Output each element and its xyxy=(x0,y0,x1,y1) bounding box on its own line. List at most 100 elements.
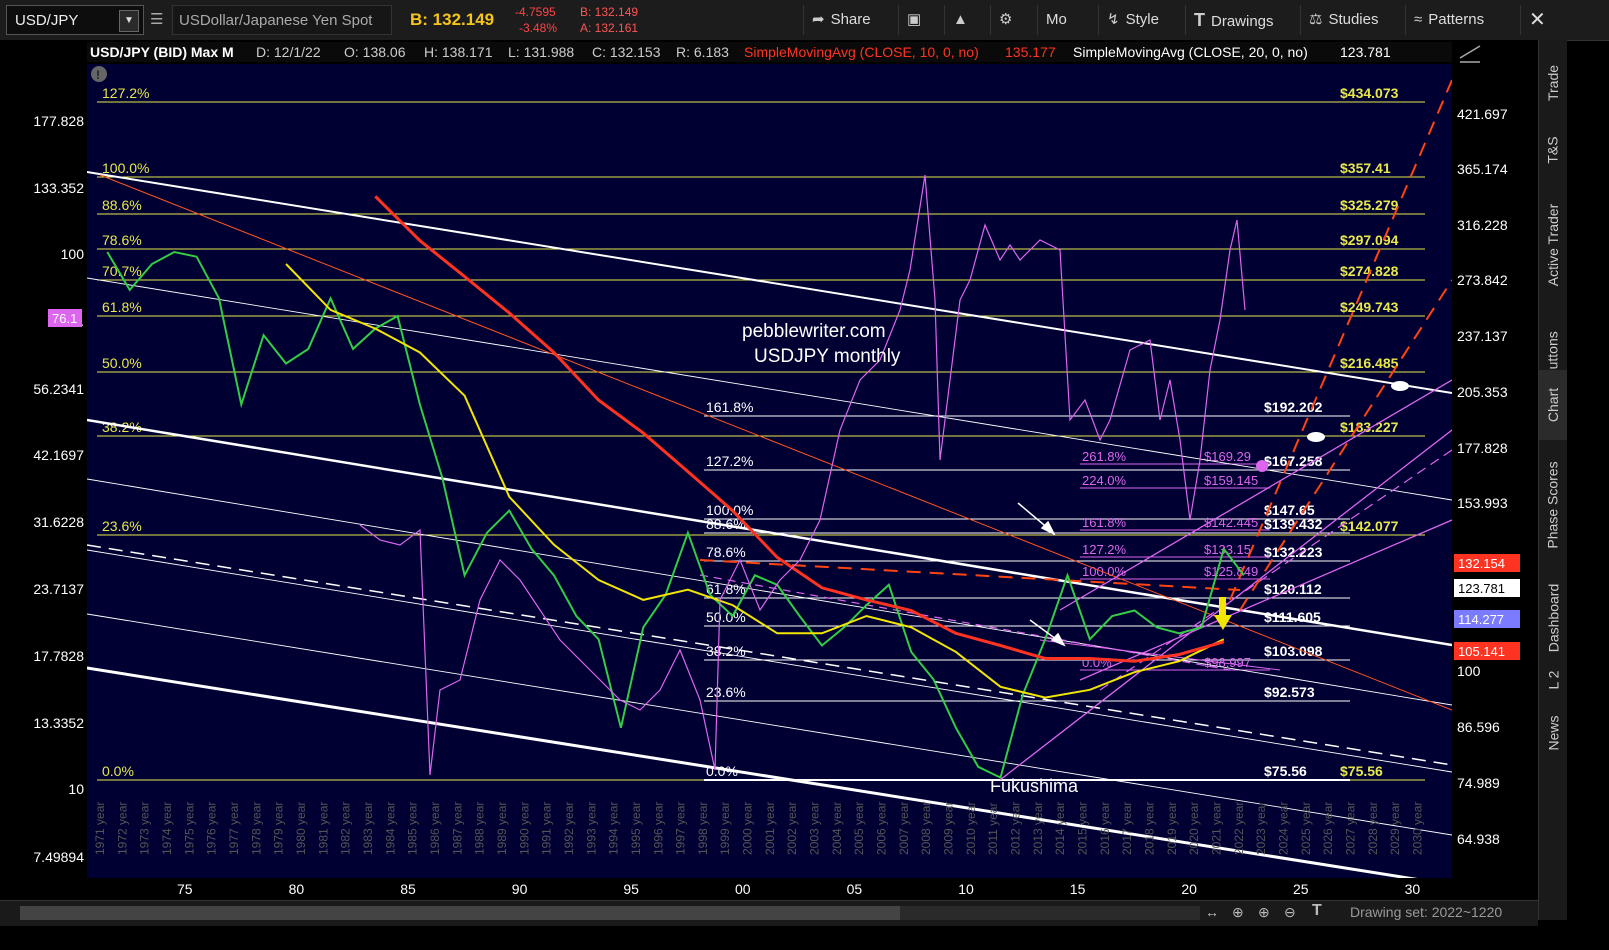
symbol-input[interactable]: USD/JPY ▼ xyxy=(6,5,144,35)
year-label: 2025 year xyxy=(1299,802,1313,855)
year-label: 1977 year xyxy=(227,802,241,855)
patterns-icon: ≈ xyxy=(1414,11,1423,28)
flask-button[interactable]: ▲ xyxy=(944,5,983,35)
fib-big-price: $357.41 xyxy=(1340,160,1391,176)
patterns-button[interactable]: ≈ Patterns xyxy=(1405,5,1514,35)
watermark-site: pebblewriter.com xyxy=(742,321,886,342)
fib-small-pct: 261.8% xyxy=(1082,449,1127,464)
studies-button[interactable]: ⚖ Studies xyxy=(1300,5,1399,35)
chart-header: USD/JPY (BID) Max M D: 12/1/22 O: 138.06… xyxy=(87,42,1452,62)
year-label: 1974 year xyxy=(160,802,174,855)
horizontal-scrollbar[interactable] xyxy=(20,906,1200,920)
chart-title: USD/JPY (BID) Max M xyxy=(90,44,234,60)
bid-price: B: 132.149 xyxy=(410,10,495,29)
year-label: 1998 year xyxy=(696,802,710,855)
side-tab-phase-scores[interactable]: Phase Scores xyxy=(1539,440,1567,570)
close-icon[interactable]: ✕ xyxy=(1520,5,1569,35)
crosshair-icon[interactable]: ⊕ xyxy=(1232,904,1244,921)
year-label: 1972 year xyxy=(115,802,129,855)
year-label: 1986 year xyxy=(428,802,442,855)
zoom-out-icon[interactable]: ⊖ xyxy=(1284,904,1296,921)
x-tick-label: 00 xyxy=(735,881,751,897)
year-label: 2001 year xyxy=(763,802,777,855)
timeframe-button[interactable]: Mo xyxy=(1037,5,1091,35)
net-change: -4.7595 xyxy=(515,5,556,19)
year-label: 2029 year xyxy=(1388,802,1402,855)
right-axis-label: 64.938 xyxy=(1457,831,1500,847)
fit-icon[interactable]: ↔ xyxy=(1205,904,1219,920)
left-axis-label: 31.6228 xyxy=(33,514,84,530)
share-button[interactable]: ➦ Share xyxy=(803,5,892,35)
year-label: 2028 year xyxy=(1366,802,1380,855)
year-label: 1976 year xyxy=(205,802,219,855)
side-tab-trade[interactable]: Trade xyxy=(1539,48,1567,118)
side-tab-ts[interactable]: T&S xyxy=(1539,120,1567,180)
fib-mid-pct: 23.6% xyxy=(706,684,746,700)
drawings-button[interactable]: T Drawings xyxy=(1185,5,1294,35)
header-date: D: 12/1/22 xyxy=(256,44,321,60)
fib-small-price: $169.29 xyxy=(1204,449,1251,464)
price-chart[interactable]: USD/JPY (BID) Max M D: 12/1/22 O: 138.06… xyxy=(0,40,1538,900)
price-badge-text: 123.781 xyxy=(1458,581,1505,596)
fib-small-price: $125.849 xyxy=(1204,564,1258,579)
fib-big-price: $216.485 xyxy=(1340,355,1399,371)
text-icon[interactable]: T xyxy=(1312,902,1322,920)
camera-icon: ▣ xyxy=(907,11,922,28)
year-label: 1990 year xyxy=(517,802,531,855)
chart-panel[interactable]: USD/JPY (BID) Max M D: 12/1/22 O: 138.06… xyxy=(0,40,1538,900)
year-label: 2000 year xyxy=(741,802,755,855)
symbol-description: USDollar/Japanese Yen Spot xyxy=(172,5,392,35)
price-badge-76-text: 76.1 xyxy=(52,311,77,326)
right-axis-label: 153.993 xyxy=(1457,495,1508,511)
year-label: 1989 year xyxy=(495,802,509,855)
fib-big-price: $249.743 xyxy=(1340,299,1399,315)
year-label: 1987 year xyxy=(450,802,464,855)
chevron-down-icon[interactable]: ▼ xyxy=(119,10,139,32)
year-label: 2023 year xyxy=(1254,802,1268,855)
year-label: 1973 year xyxy=(138,802,152,855)
fib-big-pct: 0.0% xyxy=(102,763,134,779)
fukushima-label: Fukushima xyxy=(990,776,1079,796)
x-tick-label: 30 xyxy=(1405,881,1421,897)
fib-mid-pct: 78.6% xyxy=(706,544,746,560)
drawing-set-label[interactable]: Drawing set: 2022~1220 xyxy=(1350,904,1502,920)
x-tick-label: 80 xyxy=(289,881,305,897)
side-tab-chart[interactable]: Chart xyxy=(1539,370,1567,440)
right-axis-label: 177.828 xyxy=(1457,440,1508,456)
fib-big-pct: 61.8% xyxy=(102,299,142,315)
year-label: 1980 year xyxy=(294,802,308,855)
right-axis-label: 273.842 xyxy=(1457,272,1508,288)
sliders-icon[interactable]: ☰ xyxy=(150,5,163,35)
toolbar: USD/JPY ▼ ☰ USDollar/Japanese Yen Spot B… xyxy=(0,0,1609,41)
side-tab-active-trader[interactable]: Active Trader xyxy=(1539,180,1567,310)
year-label: 2009 year xyxy=(942,802,956,855)
zoom-in-icon[interactable]: ⊕ xyxy=(1258,904,1270,921)
x-tick-label: 95 xyxy=(623,881,639,897)
sma20-value: 123.781 xyxy=(1340,44,1391,60)
scrollbar-thumb[interactable] xyxy=(20,906,900,920)
year-label: 2027 year xyxy=(1343,802,1357,855)
year-label: 2007 year xyxy=(897,802,911,855)
fib-small-pct: 224.0% xyxy=(1082,473,1127,488)
fib-big-pct: 88.6% xyxy=(102,197,142,213)
fib-big-price: $297.094 xyxy=(1340,232,1399,248)
settings-button[interactable]: ⚙ xyxy=(990,5,1029,35)
fib-mid-price: $132.223 xyxy=(1264,544,1323,560)
snapshot-button[interactable]: ▣ xyxy=(898,5,937,35)
year-label: 1979 year xyxy=(272,802,286,855)
fib-big-price: $142.077 xyxy=(1340,518,1399,534)
fib-big-pct: 23.6% xyxy=(102,518,142,534)
left-axis-label: 17.7828 xyxy=(33,648,84,664)
year-label: 1997 year xyxy=(674,802,688,855)
sma10-value: 135.177 xyxy=(1005,44,1056,60)
fib-small-pct: 161.8% xyxy=(1082,515,1127,530)
fib-mid-pct: 50.0% xyxy=(706,609,746,625)
gear-icon: ⚙ xyxy=(999,11,1013,28)
year-label: 2015 year xyxy=(1076,802,1090,855)
x-tick-label: 10 xyxy=(958,881,974,897)
style-button[interactable]: ↯ Style xyxy=(1098,5,1177,35)
left-axis-label: 23.7137 xyxy=(33,581,84,597)
side-tab-news[interactable]: News xyxy=(1539,695,1567,770)
fib-big-pct: 50.0% xyxy=(102,355,142,371)
fib-mid-pct: 127.2% xyxy=(706,453,753,469)
